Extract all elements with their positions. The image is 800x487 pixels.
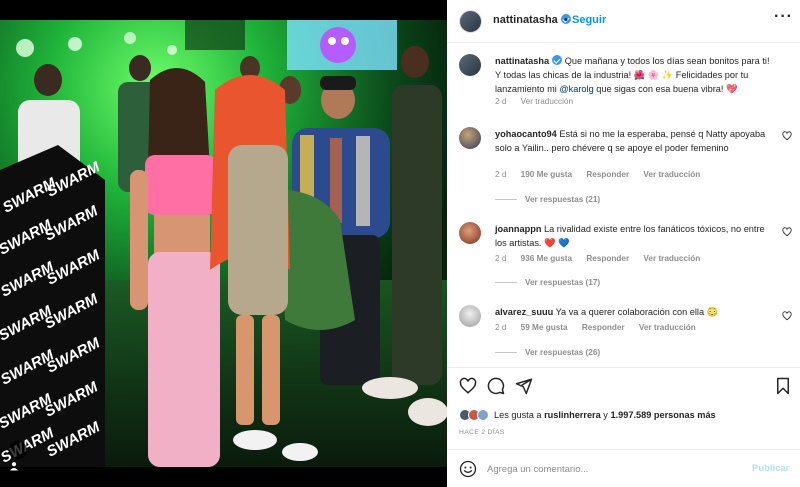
likes-count[interactable]: 1.997.589 personas más <box>610 410 715 420</box>
tagged-people-button[interactable] <box>9 441 27 471</box>
comment-input[interactable] <box>487 459 737 479</box>
comment-meta: 2 d 59 Me gusta Responder Ver traducción <box>495 323 708 332</box>
comment-age[interactable]: 2 d <box>495 254 506 263</box>
like-comment-heart-icon[interactable] <box>782 311 792 321</box>
comment-age[interactable]: 2 d <box>495 323 506 332</box>
more-options-icon[interactable]: ··· <box>774 8 793 26</box>
comment-username[interactable]: alvarez_suuu <box>495 307 553 317</box>
comment-avatar[interactable] <box>459 127 481 149</box>
view-replies-label[interactable]: Ver respuestas (26) <box>525 348 600 357</box>
post-details-panel: nattinatasha • Seguir ··· nattinatasha Q… <box>447 0 800 487</box>
comment-reply-button[interactable]: Responder <box>586 254 629 263</box>
caption-mention-link[interactable]: @karolg <box>559 84 593 94</box>
author-username-text[interactable]: nattinatasha <box>493 14 558 26</box>
caption-avatar[interactable] <box>459 54 481 76</box>
user-icon <box>10 462 18 471</box>
comment-translate-link[interactable]: Ver traducción <box>643 170 700 179</box>
view-replies-label[interactable]: Ver respuestas (21) <box>525 195 600 204</box>
publish-comment-button[interactable]: Publicar <box>752 463 790 474</box>
comment-avatar[interactable] <box>459 222 481 244</box>
comment-meta: 2 d 936 Me gusta Responder Ver traducció… <box>495 254 712 263</box>
author-avatar[interactable] <box>459 10 482 33</box>
view-replies-label[interactable]: Ver respuestas (17) <box>525 278 600 287</box>
view-replies-button[interactable]: Ver respuestas (26) <box>495 348 600 357</box>
replies-divider <box>495 199 517 200</box>
view-replies-button[interactable]: Ver respuestas (17) <box>495 278 600 287</box>
likes-prefix: Les gusta a <box>494 410 545 420</box>
comment-text: alvarez_suuu Ya va a querer colaboración… <box>495 305 775 319</box>
comment-likes-count[interactable]: 190 Me gusta <box>521 170 572 179</box>
caption-meta: 2 d Ver traducción <box>495 97 585 106</box>
header-separator: • <box>564 14 568 26</box>
comment-likes-count[interactable]: 936 Me gusta <box>521 254 572 263</box>
liker-username[interactable]: ruslinherrera <box>544 410 601 420</box>
comment-username[interactable]: joannappn <box>495 224 541 234</box>
party-photo-illustration: SWARM SWARM SWARM SWARM SWARM SWARM SWAR… <box>0 20 447 467</box>
caption-age[interactable]: 2 d <box>495 97 506 106</box>
comment-age[interactable]: 2 d <box>495 170 506 179</box>
like-comment-heart-icon[interactable] <box>782 131 792 141</box>
likes-conjunction: y <box>600 410 611 420</box>
comment-translate-link[interactable]: Ver traducción <box>643 254 700 263</box>
caption-translate-link[interactable]: Ver traducción <box>521 97 573 106</box>
liker-avatar <box>477 409 489 421</box>
like-comment-heart-icon[interactable] <box>782 227 792 237</box>
comment-body: Ya va a querer colaboración con ella 😳 <box>555 307 719 317</box>
likes-text: Les gusta a ruslinherrera y 1.997.589 pe… <box>494 410 716 420</box>
emoji-smiley-icon[interactable] <box>459 460 477 478</box>
posted-time[interactable]: HACE 2 DÍAS <box>459 429 505 436</box>
like-heart-icon[interactable] <box>459 377 477 395</box>
likes-summary: Les gusta a ruslinherrera y 1.997.589 pe… <box>459 407 716 423</box>
verified-badge-icon <box>552 55 563 65</box>
post-photo[interactable]: SWARM SWARM SWARM SWARM SWARM SWARM SWAR… <box>0 0 447 487</box>
comment-likes-count[interactable]: 59 Me gusta <box>521 323 568 332</box>
comment-avatar[interactable] <box>459 305 481 327</box>
caption-username[interactable]: nattinatasha <box>495 56 549 66</box>
comment-username[interactable]: yohaocanto94 <box>495 129 557 139</box>
comments-list[interactable]: nattinatasha Que mañana y todos los días… <box>447 44 800 366</box>
caption-body-end: que sigas con esa buena vibra! 💖 <box>593 84 738 94</box>
comment-meta: 2 d 190 Me gusta Responder Ver traducció… <box>495 170 712 179</box>
replies-divider <box>495 282 517 283</box>
caption-text: nattinatasha Que mañana y todos los días… <box>495 54 775 96</box>
replies-divider <box>495 352 517 353</box>
comment-bubble-icon[interactable] <box>487 377 505 395</box>
comment-text: yohaocanto94 Está si no me la esperaba, … <box>495 127 775 155</box>
post-header: nattinatasha • Seguir ··· <box>447 0 800 43</box>
comment-translate-link[interactable]: Ver traducción <box>639 323 696 332</box>
comment-reply-button[interactable]: Responder <box>582 323 625 332</box>
comment-reply-button[interactable]: Responder <box>586 170 629 179</box>
photo-letterbox-bottom <box>0 467 447 487</box>
share-send-icon[interactable] <box>515 377 533 395</box>
photo-letterbox-top <box>0 0 447 20</box>
follow-button[interactable]: Seguir <box>572 14 606 26</box>
author-username[interactable]: nattinatasha <box>493 14 571 26</box>
comment-text: joannappn La rivalidad existe entre los … <box>495 222 775 250</box>
add-comment-bar: Publicar <box>447 449 800 487</box>
view-replies-button[interactable]: Ver respuestas (21) <box>495 195 600 204</box>
post-actions: Les gusta a ruslinherrera y 1.997.589 pe… <box>447 367 800 462</box>
save-bookmark-icon[interactable] <box>774 377 792 395</box>
